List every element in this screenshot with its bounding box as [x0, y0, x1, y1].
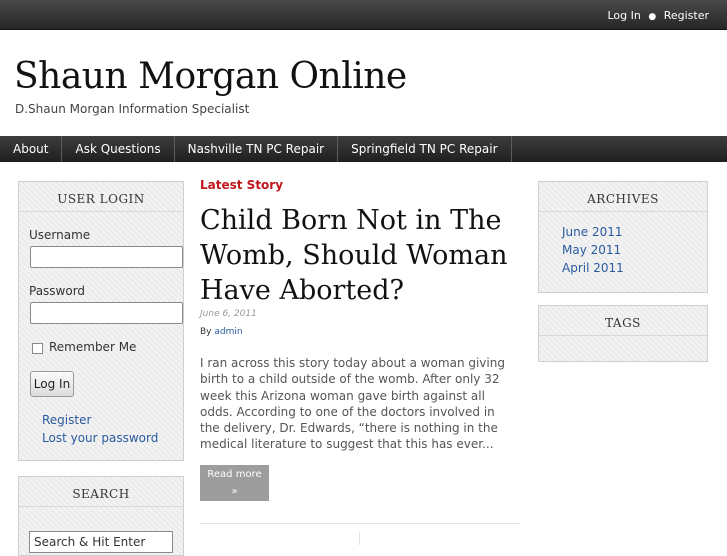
nav-item-nashville-pc-repair[interactable]: Nashville TN PC Repair: [175, 136, 339, 162]
post-title[interactable]: Child Born Not in The Womb, Should Woman…: [200, 203, 520, 308]
register-link-sidebar[interactable]: Register: [42, 413, 91, 427]
main-nav: About Ask Questions Nashville TN PC Repa…: [0, 136, 727, 162]
remember-me-checkbox[interactable]: [32, 343, 43, 354]
lost-password-link[interactable]: Lost your password: [42, 431, 158, 445]
author-link[interactable]: admin: [214, 327, 242, 337]
widget-title: ARCHIVES: [539, 182, 707, 212]
column-divider: [359, 532, 360, 545]
search-input[interactable]: Search & Hit Enter: [29, 531, 173, 553]
remember-me-label: Remember Me: [49, 340, 137, 354]
post-excerpt: I ran across this story today about a wo…: [200, 356, 505, 452]
post-divider: [200, 523, 520, 524]
widget-title: USER LOGIN: [19, 182, 183, 212]
search-widget: SEARCH Search & Hit Enter: [18, 476, 184, 556]
username-label: Username: [29, 228, 91, 242]
read-more-label: Read more: [207, 469, 262, 480]
register-link[interactable]: Register: [664, 9, 709, 22]
username-input[interactable]: [30, 246, 183, 268]
archive-link[interactable]: May 2011: [562, 243, 621, 257]
top-bar: Log In ● Register: [0, 0, 727, 30]
section-label: Latest Story: [200, 178, 284, 192]
byline-prefix: By: [200, 327, 212, 337]
double-arrow-icon: »: [231, 486, 238, 497]
tags-widget: TAGS: [538, 305, 708, 362]
nav-item-ask-questions[interactable]: Ask Questions: [62, 136, 175, 162]
archive-link[interactable]: April 2011: [562, 261, 624, 275]
post-byline: By admin: [200, 327, 243, 337]
user-login-widget: USER LOGIN Username Password Remember Me…: [18, 181, 184, 461]
password-input[interactable]: [30, 302, 183, 324]
separator-dot: ●: [648, 12, 657, 22]
archive-link[interactable]: June 2011: [562, 225, 623, 239]
login-button[interactable]: Log In: [30, 371, 74, 397]
password-label: Password: [29, 284, 86, 298]
widget-title: TAGS: [539, 306, 707, 336]
site-title[interactable]: Shaun Morgan Online: [14, 56, 407, 97]
read-more-button[interactable]: Read more »: [200, 465, 269, 501]
nav-item-springfield-pc-repair[interactable]: Springfield TN PC Repair: [338, 136, 512, 162]
account-links: Log In ● Register: [607, 9, 709, 22]
site-tagline: D.Shaun Morgan Information Specialist: [15, 102, 250, 116]
login-link[interactable]: Log In: [607, 9, 640, 22]
post-date: June 6, 2011: [200, 309, 257, 319]
archives-widget: ARCHIVES June 2011 May 2011 April 2011: [538, 181, 708, 293]
nav-item-about[interactable]: About: [0, 136, 63, 162]
widget-title: SEARCH: [19, 477, 183, 507]
